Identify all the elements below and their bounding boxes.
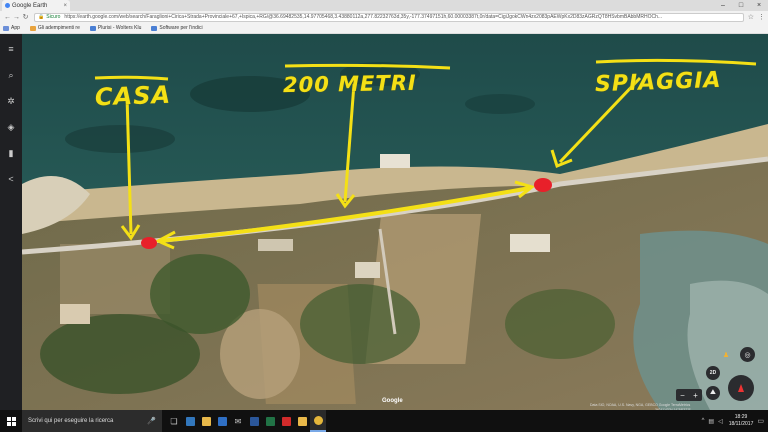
mail-icon[interactable]: ✉ [230, 410, 246, 432]
earth-sidebar: ≡ ⌕ ✲ ◈ ▮ < [0, 34, 22, 410]
chevron-up-icon[interactable]: ^ [702, 418, 705, 424]
task-view-icon[interactable]: ❏ [166, 410, 182, 432]
bookmark-icon[interactable]: ▮ [4, 146, 18, 160]
spiaggia-annotation: SPIAGGIA [594, 67, 722, 98]
compass-icon[interactable] [728, 375, 754, 401]
browser-tab[interactable]: Google Earth × [2, 0, 70, 11]
zoom-out-button[interactable]: − [680, 391, 685, 400]
microphone-icon[interactable]: 🎤 [147, 417, 156, 425]
file-explorer-icon[interactable] [198, 410, 214, 432]
window-controls: – □ × [714, 0, 768, 11]
google-logo: Google [382, 398, 403, 404]
satellite-map[interactable]: CASA 200 METRI SPIAGGIA [0, 34, 768, 410]
zoom-in-button[interactable]: + [693, 391, 698, 400]
voyager-icon[interactable]: ✲ [4, 94, 18, 108]
feeling-lucky-icon[interactable]: ◈ [4, 120, 18, 134]
folder-icon [29, 25, 36, 31]
browser-menu-icon[interactable]: ⋮ [758, 13, 765, 21]
taskbar-apps: ❏ ✉ [166, 410, 326, 432]
bookmark-item[interactable]: Software per l'indici [151, 25, 203, 31]
share-icon[interactable]: < [4, 172, 18, 186]
site-icon [89, 25, 96, 31]
start-button[interactable] [0, 410, 22, 432]
back-button[interactable]: ← [3, 14, 12, 21]
spiaggia-underline [595, 58, 757, 66]
bookmark-label: Plurisi - Wolters Klu [97, 25, 142, 31]
casa-marker [141, 237, 157, 249]
casa-arrow-shaft [125, 95, 133, 235]
reload-button[interactable]: ↻ [21, 13, 30, 21]
folder-icon[interactable] [294, 410, 310, 432]
tab-title: Google Earth [12, 2, 48, 9]
address-bar: ← → ↻ 🔒 Sicuro https://earth.google.com/… [0, 11, 768, 23]
casa-underline [94, 75, 169, 81]
toggle-2d-button[interactable]: 2D [706, 366, 720, 380]
star-icon[interactable]: ☆ [748, 13, 754, 21]
zoom-control: − + [676, 389, 702, 401]
forward-button[interactable]: → [12, 14, 21, 21]
map-attribution: Data SIO, NOAA, U.S. Navy, NGA, GEBCO Go… [590, 403, 691, 407]
secure-label: Sicuro [46, 14, 61, 20]
clock-time: 18:29 [734, 414, 748, 420]
close-button[interactable]: × [750, 0, 768, 11]
url-input[interactable]: 🔒 Sicuro https://earth.google.com/web/se… [34, 12, 744, 22]
minimize-button[interactable]: – [714, 0, 732, 11]
volume-icon[interactable]: ◁ [718, 418, 723, 425]
bookmarks-bar: App Gli adempimenti re Plurisi - Wolters… [0, 23, 768, 34]
bookmark-label: App [11, 25, 20, 31]
screen: Google Earth × – □ × ← → ↻ 🔒 Sicuro http… [0, 0, 768, 432]
spiaggia-marker [534, 178, 552, 192]
notifications-icon[interactable]: ▭ [757, 417, 764, 425]
tab-close-icon[interactable]: × [63, 3, 67, 9]
url-text: https://earth.google.com/web/search/Fara… [64, 14, 663, 20]
metri-arrow-shaft [343, 83, 356, 203]
word-icon[interactable] [246, 410, 262, 432]
bookmark-apps[interactable]: App [3, 25, 20, 31]
lock-icon: 🔒 [38, 14, 45, 20]
pegman-icon[interactable]: ♟ [720, 349, 732, 361]
search-icon[interactable]: ⌕ [4, 68, 18, 82]
clock[interactable]: 18:29 18/11/2017 [729, 414, 754, 428]
clock-date: 18/11/2017 [728, 421, 754, 427]
metri-annotation: 200 METRI [282, 70, 417, 98]
taskbar-search-input[interactable]: Scrivi qui per eseguire la ricerca 🎤 [22, 410, 162, 432]
chrome-icon[interactable] [310, 410, 326, 432]
excel-icon[interactable] [262, 410, 278, 432]
acrobat-icon[interactable] [278, 410, 294, 432]
apps-grid-icon [3, 25, 9, 31]
store-icon[interactable] [214, 410, 230, 432]
windows-logo-icon [6, 416, 16, 426]
bookmark-label: Software per l'indici [159, 25, 203, 31]
bookmark-label: Gli adempimenti re [37, 25, 80, 31]
search-placeholder: Scrivi qui per eseguire la ricerca [28, 418, 114, 424]
site-icon [151, 25, 158, 31]
menu-icon[interactable]: ≡ [4, 42, 18, 56]
metri-underline [284, 63, 451, 70]
system-tray: ^ ▤ ◁ 18:29 18/11/2017 ▭ [700, 410, 768, 432]
casa-annotation: CASA [94, 80, 172, 112]
location-icon[interactable]: ◎ [740, 347, 755, 362]
network-icon[interactable]: ▤ [708, 418, 714, 425]
bookmark-item[interactable]: Gli adempimenti re [29, 25, 80, 31]
maximize-button[interactable]: □ [732, 0, 750, 11]
edge-icon[interactable] [182, 410, 198, 432]
bookmark-item[interactable]: Plurisi - Wolters Klu [89, 25, 142, 31]
title-bar: Google Earth × – □ × [0, 0, 768, 11]
tilt-icon[interactable]: ⛰ [706, 386, 720, 400]
google-earth-favicon-icon [5, 3, 10, 8]
taskbar: Scrivi qui per eseguire la ricerca 🎤 ❏ ✉… [0, 410, 768, 432]
